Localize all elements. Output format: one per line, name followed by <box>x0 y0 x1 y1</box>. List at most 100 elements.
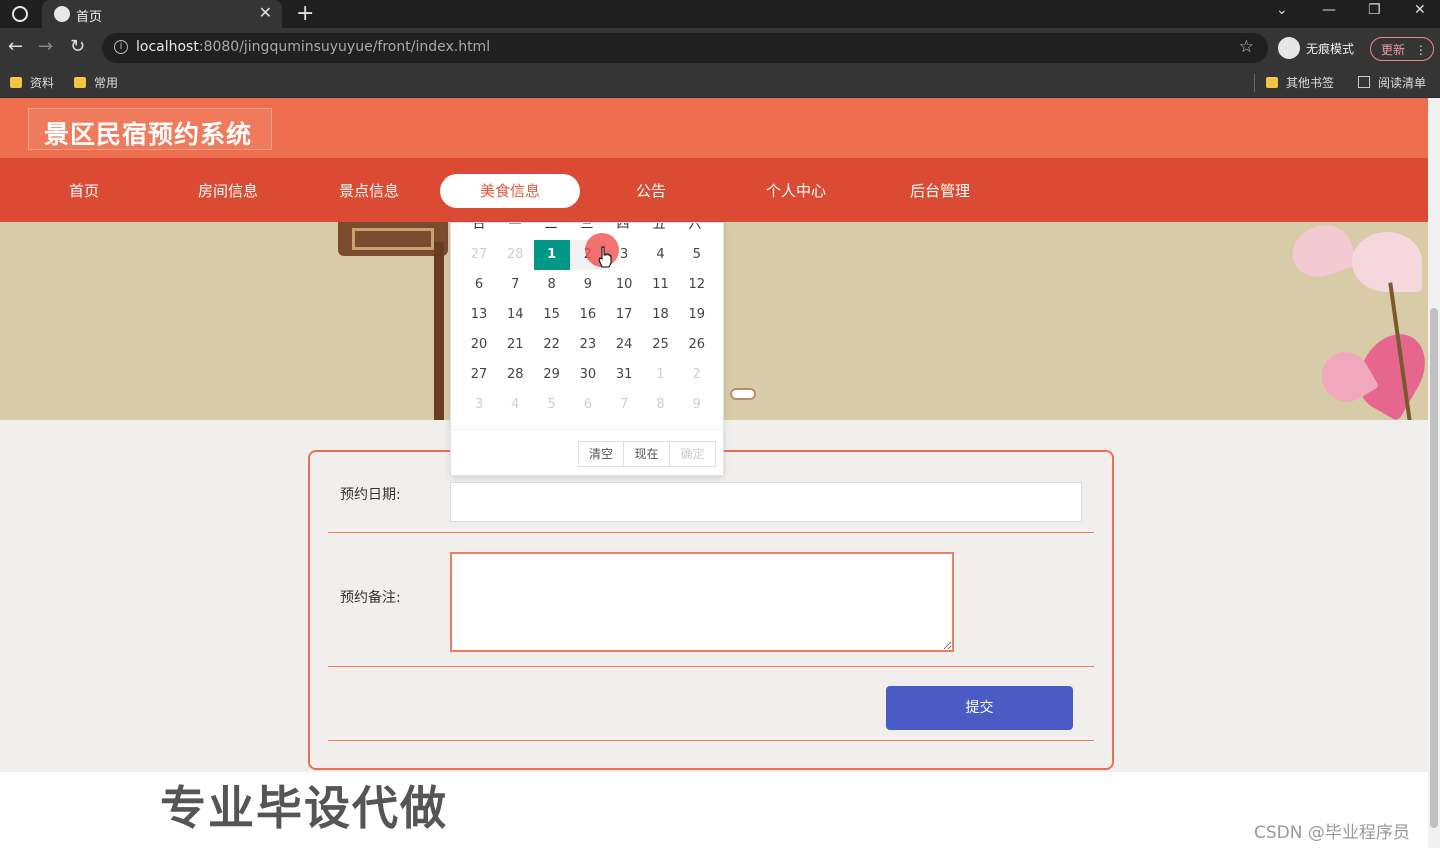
weekday-label: 二 <box>544 222 558 232</box>
calendar-day[interactable]: 10 <box>606 270 642 300</box>
calendar-day[interactable]: 12 <box>679 270 715 300</box>
calendar-day[interactable]: 9 <box>570 270 606 300</box>
row-divider <box>328 666 1094 667</box>
calendar-day[interactable]: 24 <box>606 330 642 360</box>
calendar-day[interactable]: 27 <box>461 240 497 270</box>
tab-search-icon[interactable]: ⌄ <box>1276 2 1288 18</box>
calendar-day[interactable]: 9 <box>679 390 715 420</box>
calendar-day[interactable]: 17 <box>606 300 642 330</box>
calendar-day[interactable]: 2 <box>679 360 715 390</box>
calendar-day[interactable]: 8 <box>534 270 570 300</box>
calendar-day[interactable]: 13 <box>461 300 497 330</box>
calendar-day[interactable]: 6 <box>570 390 606 420</box>
nav-item-rooms[interactable]: 房间信息 <box>158 174 298 208</box>
weekday-label: 五 <box>652 222 666 232</box>
row-divider <box>328 740 1094 741</box>
reading-list-icon <box>1358 76 1370 88</box>
browser-menu-icon[interactable] <box>12 6 28 22</box>
nav-item-notice[interactable]: 公告 <box>581 174 721 208</box>
calendar-day[interactable]: 14 <box>497 300 533 330</box>
calendar-day[interactable]: 4 <box>497 390 533 420</box>
browser-tab[interactable]: 首页 ✕ <box>42 0 282 28</box>
calendar-day[interactable]: 8 <box>643 390 679 420</box>
nav-item-profile[interactable]: 个人中心 <box>726 174 866 208</box>
page-scrollbar[interactable] <box>1428 98 1440 848</box>
calendar-day[interactable]: 28 <box>497 360 533 390</box>
minimize-icon[interactable]: — <box>1322 2 1336 18</box>
weekday-label: 日 <box>472 222 486 232</box>
calendar-day[interactable]: 16 <box>570 300 606 330</box>
calendar-day[interactable]: 29 <box>534 360 570 390</box>
calendar-day[interactable]: 18 <box>643 300 679 330</box>
wooden-frame-decoration <box>338 222 448 420</box>
folder-icon <box>74 77 86 88</box>
note-textarea[interactable] <box>450 552 954 652</box>
nav-item-admin[interactable]: 后台管理 <box>870 174 1010 208</box>
calendar-day[interactable]: 19 <box>679 300 715 330</box>
bookmark-label: 常用 <box>94 76 119 90</box>
calendar-confirm-button[interactable]: 确定 <box>670 441 716 467</box>
address-bar[interactable]: i localhost:8080/jingquminsuyuyue/front/… <box>102 33 1268 63</box>
browser-toolbar: ← → ↻ i localhost:8080/jingquminsuyuyue/… <box>0 28 1440 68</box>
more-menu-icon[interactable]: ⋮ <box>1415 43 1427 57</box>
nav-item-home[interactable]: 首页 <box>14 174 154 208</box>
calendar-day[interactable]: 4 <box>643 240 679 270</box>
bookmark-folder[interactable]: 资料 <box>10 74 54 91</box>
calendar-day[interactable]: 22 <box>534 330 570 360</box>
calendar-day[interactable]: 7 <box>606 390 642 420</box>
calendar-day[interactable]: 27 <box>461 360 497 390</box>
calendar-now-button[interactable]: 现在 <box>624 441 670 467</box>
update-button[interactable]: 更新 ⋮ <box>1370 37 1434 61</box>
weekday-header: 日 一 二 三 四 五 六 <box>451 222 723 233</box>
nav-item-food[interactable]: 美食信息 <box>440 174 580 208</box>
site-info-icon[interactable]: i <box>114 40 128 54</box>
scrollbar-thumb[interactable] <box>1430 308 1438 828</box>
back-icon[interactable]: ← <box>8 36 23 57</box>
tab-favicon-icon <box>54 6 70 22</box>
bookmarks-separator <box>1254 74 1255 92</box>
calendar-divider <box>451 429 723 430</box>
bookmark-star-icon[interactable]: ☆ <box>1239 37 1254 57</box>
calendar-day[interactable]: 5 <box>534 390 570 420</box>
close-window-icon[interactable]: ✕ <box>1414 2 1426 18</box>
calendar-day[interactable]: 7 <box>497 270 533 300</box>
calendar-day[interactable]: 6 <box>461 270 497 300</box>
calendar-day[interactable]: 5 <box>679 240 715 270</box>
reading-list[interactable]: 阅读清单 <box>1358 74 1426 91</box>
carousel-indicator[interactable] <box>730 388 756 400</box>
calendar-day[interactable]: 3 <box>461 390 497 420</box>
calendar-day[interactable]: 20 <box>461 330 497 360</box>
incognito-indicator[interactable]: 无痕模式 <box>1278 36 1364 60</box>
tab-close-icon[interactable]: ✕ <box>259 3 272 22</box>
other-bookmarks[interactable]: 其他书签 <box>1266 74 1334 91</box>
calendar-actions: 清空 现在 确定 <box>578 441 716 467</box>
calendar-clear-button[interactable]: 清空 <box>578 441 624 467</box>
calendar-day[interactable]: 28 <box>497 240 533 270</box>
calendar-day[interactable]: 1 <box>643 360 679 390</box>
restore-icon[interactable]: ❐ <box>1368 2 1381 18</box>
calendar-day[interactable]: 31 <box>606 360 642 390</box>
calendar-day[interactable]: 26 <box>679 330 715 360</box>
folder-icon <box>10 77 22 88</box>
calendar-day[interactable]: 21 <box>497 330 533 360</box>
url-host: localhost <box>136 39 199 55</box>
reload-icon[interactable]: ↻ <box>70 36 85 57</box>
site-title: 景区民宿预约系统 <box>28 108 272 150</box>
new-tab-icon[interactable]: + <box>296 1 314 26</box>
bookmark-label: 资料 <box>30 76 55 90</box>
update-label: 更新 <box>1381 43 1406 57</box>
date-input[interactable] <box>450 482 1082 522</box>
calendar-day[interactable]: 1 <box>533 240 570 270</box>
weekday-label: 一 <box>508 222 522 232</box>
booking-form: 预约日期: 预约备注: 提交 <box>308 450 1114 770</box>
main-nav: 首页 房间信息 景点信息 美食信息 公告 个人中心 后台管理 <box>0 158 1428 222</box>
calendar-day[interactable]: 23 <box>570 330 606 360</box>
bookmark-folder[interactable]: 常用 <box>74 74 118 91</box>
calendar-day[interactable]: 15 <box>534 300 570 330</box>
nav-item-attractions[interactable]: 景点信息 <box>299 174 439 208</box>
submit-button[interactable]: 提交 <box>886 686 1073 730</box>
forward-icon[interactable]: → <box>38 36 53 57</box>
calendar-day[interactable]: 30 <box>570 360 606 390</box>
calendar-day[interactable]: 25 <box>643 330 679 360</box>
calendar-day[interactable]: 11 <box>643 270 679 300</box>
